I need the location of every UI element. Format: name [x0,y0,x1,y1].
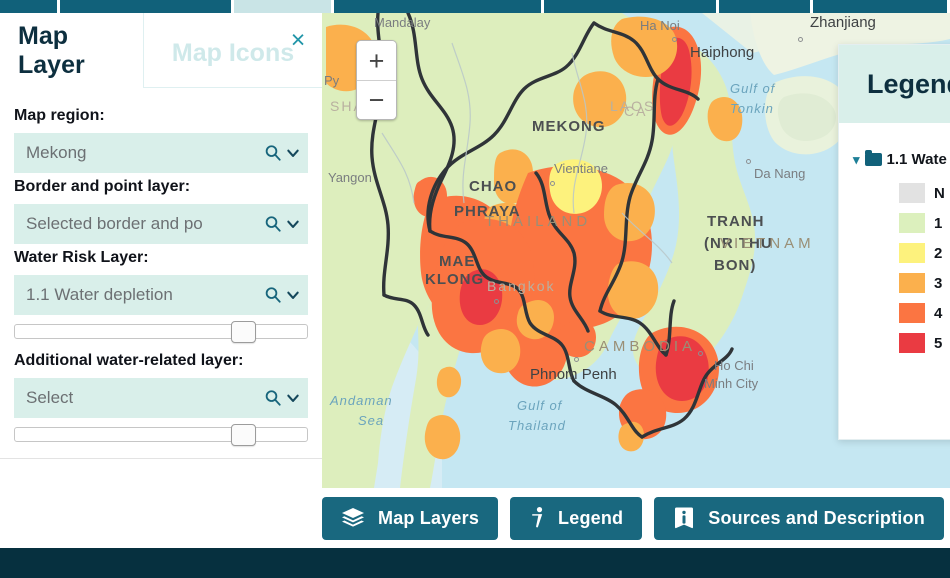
map-region-label: Map region: [14,107,105,124]
legend-swatch [899,183,925,203]
water-risk-layer-opacity-slider[interactable] [14,321,308,343]
slider-thumb[interactable] [231,424,257,446]
slider-track[interactable] [14,324,308,339]
legend-label: 1 [934,214,943,232]
additional-water-layer-value: Select [26,388,74,407]
legend-item: 5 [899,328,950,358]
app-root: Mandalay Py SHAN Yangon MEKONG LAOS Vientiane C… [0,0,950,578]
city-dot-vientiane [550,181,555,186]
map-layers-button[interactable]: Map Layers [322,496,499,540]
map-layer-panel: Map Layer Map Icons × Map region: Mekong B… [0,13,322,501]
panel-form-body: Map region: Mekong Border and point layer:… [0,88,322,446]
nav-seg-2[interactable] [60,0,234,13]
map-layers-button-label: Map Layers [378,507,480,528]
legend-button-label: Legend [558,507,624,528]
border-point-layer-value: Selected border and po [26,214,203,233]
tab-map-icons-label: Map Icons [171,38,295,67]
additional-water-layer-label: Additional water-related layer: [14,352,244,369]
water-risk-layer-label: Water Risk Layer: [14,249,149,266]
legend-swatch [899,303,925,323]
map-region-value: Mekong [26,143,87,162]
additional-water-layer-select[interactable]: Select [14,378,308,418]
legend-panel: Legend ▾ 1.1 Wate N 1 2 3 4 5 [838,44,950,440]
legend-group-toggle[interactable]: ▾ 1.1 Wate [853,150,950,168]
legend-item: 1 [899,208,950,238]
document-info-icon [673,506,695,530]
zoom-out-button[interactable]: − [357,80,396,119]
legend-swatch [899,273,925,293]
search-icon[interactable] [264,144,282,162]
page-footer [0,548,950,578]
legend-group-label: 1.1 Wate [886,151,947,168]
legend-item: 3 [899,268,950,298]
water-risk-layer-select[interactable]: 1.1 Water depletion [14,275,308,315]
search-icon[interactable] [264,215,282,233]
zoom-in-button[interactable]: + [357,41,396,80]
legend-panel-header: Legend [839,45,950,123]
map-region-select[interactable]: Mekong [14,133,308,173]
legend-label: N [934,184,945,202]
legend-item: 4 [899,298,950,328]
legend-swatch [899,213,925,233]
layers-icon [341,507,365,529]
search-icon[interactable] [264,389,282,407]
map-toolbar: Map Layers Legend Sources and Description [0,488,950,548]
city-dot-hochiminh [698,351,703,356]
map-zoom-control[interactable]: + − [356,40,397,120]
folder-icon [864,150,882,166]
border-point-layer-select[interactable]: Selected border and po [14,204,308,244]
city-dot-bangkok [494,299,499,304]
tab-map-layer-label: Map Layer [18,21,85,79]
legend-panel-body: ▾ 1.1 Wate N 1 2 3 4 5 [839,123,950,358]
nav-seg-6[interactable] [719,0,813,13]
top-nav-bar [0,0,950,13]
legend-swatch [899,243,925,263]
legend-label: 3 [934,274,943,292]
city-dot-haiphong [672,37,677,42]
close-icon[interactable]: × [286,28,310,53]
chevron-down-icon[interactable]: ▾ [853,152,860,168]
legend-item: N [899,178,950,208]
slider-track[interactable] [14,427,308,442]
sources-description-button-label: Sources and Description [708,507,925,528]
nav-seg-5[interactable] [544,0,719,13]
nav-seg-7[interactable] [813,0,950,13]
legend-label: 2 [934,244,943,262]
city-dot-danang [746,159,751,164]
chevron-down-icon[interactable] [286,288,300,302]
chevron-down-icon[interactable] [286,217,300,231]
city-dot-zhanjiang [798,37,803,42]
nav-seg-4[interactable] [334,0,544,13]
tab-map-layer[interactable]: Map Layer [0,13,143,88]
additional-water-layer-opacity-slider[interactable] [14,424,308,446]
legend-label: 4 [934,304,943,322]
water-risk-layer-value: 1.1 Water depletion [26,285,173,304]
city-dot-phnompenh [574,357,579,362]
slider-thumb[interactable] [231,321,257,343]
panel-divider [0,458,322,459]
info-italic-icon [529,506,545,530]
nav-seg-3[interactable] [234,0,334,13]
legend-title: Legend [867,68,950,99]
legend-item-list: N 1 2 3 4 5 [899,178,950,358]
nav-seg-1[interactable] [0,0,60,13]
chevron-down-icon[interactable] [286,146,300,160]
chevron-down-icon[interactable] [286,391,300,405]
legend-button[interactable]: Legend [510,496,643,540]
search-icon[interactable] [264,286,282,304]
panel-tab-strip: Map Layer Map Icons × [0,13,322,88]
legend-label: 5 [934,334,943,352]
legend-swatch [899,333,925,353]
border-point-layer-label: Border and point layer: [14,178,191,195]
sources-description-button[interactable]: Sources and Description [654,496,944,540]
legend-item: 2 [899,238,950,268]
